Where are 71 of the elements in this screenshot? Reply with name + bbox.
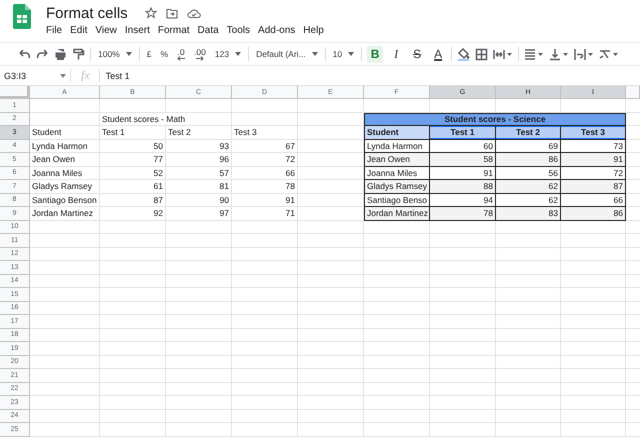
menu-item[interactable]: File bbox=[46, 25, 62, 36]
table-cell: 62 bbox=[496, 180, 561, 194]
table-cell: 86 bbox=[496, 153, 561, 166]
table-cell: 67 bbox=[232, 140, 298, 153]
header-cell: Student bbox=[30, 126, 100, 140]
table-cell: Jean Owen bbox=[364, 153, 430, 166]
header-cell: Test 2 bbox=[166, 126, 232, 140]
table-cell: Jean Owen bbox=[30, 153, 100, 166]
bold-button[interactable]: B bbox=[367, 46, 384, 62]
header-cell: Test 1 bbox=[430, 126, 496, 140]
menu-item[interactable]: Tools bbox=[226, 25, 250, 36]
dropdown[interactable]: Default (Ari... bbox=[254, 46, 320, 62]
table-cell: 87 bbox=[561, 180, 626, 194]
table-cell: 90 bbox=[166, 194, 232, 207]
table-title: Student scores - Math bbox=[100, 112, 232, 126]
italic-button[interactable]: I bbox=[388, 46, 404, 62]
dropdown[interactable]: 123 bbox=[212, 46, 244, 62]
table-cell: 78 bbox=[430, 207, 496, 220]
table-cell: Gladys Ramsey bbox=[30, 180, 100, 194]
table-cell: 52 bbox=[100, 166, 166, 180]
table-cell: 97 bbox=[166, 207, 232, 220]
document-title[interactable]: Format cells bbox=[46, 4, 128, 22]
header-cell: Test 3 bbox=[561, 126, 626, 140]
table-cell: 92 bbox=[100, 207, 166, 220]
menu-item[interactable]: Data bbox=[198, 25, 219, 36]
decrease-decimal-button[interactable]: .0 bbox=[175, 46, 188, 62]
table-cell: 57 bbox=[166, 166, 232, 180]
table-cell: Gladys Ramsey bbox=[364, 180, 430, 194]
menu-item[interactable]: Help bbox=[303, 25, 324, 36]
increase-decimal-button[interactable]: .00 bbox=[192, 46, 208, 62]
dropdown[interactable]: 10 bbox=[330, 46, 356, 62]
table-cell: 93 bbox=[166, 140, 232, 153]
table-cell: 61 bbox=[100, 180, 166, 194]
table-cell: 87 bbox=[100, 194, 166, 207]
table-cell: 91 bbox=[232, 194, 298, 207]
header-cell: Test 3 bbox=[232, 126, 298, 140]
table-cell: Santiago Benson bbox=[30, 194, 100, 207]
table-cell: 58 bbox=[430, 153, 496, 166]
header-cell: Student bbox=[364, 126, 430, 140]
table-cell: 66 bbox=[232, 166, 298, 180]
menu-item[interactable]: Insert bbox=[124, 25, 150, 36]
table-cell: 83 bbox=[496, 207, 561, 220]
text-color-button[interactable]: A bbox=[430, 46, 446, 62]
table-cell: 91 bbox=[561, 153, 626, 166]
function-label: fx bbox=[71, 69, 100, 82]
table-cell: 72 bbox=[232, 153, 298, 166]
menu-item[interactable]: View bbox=[95, 25, 117, 36]
menu-item[interactable]: Add-ons bbox=[258, 25, 296, 36]
table-cell: 78 bbox=[232, 180, 298, 194]
format-button[interactable]: £ bbox=[144, 46, 154, 62]
format-button[interactable]: % bbox=[158, 46, 170, 62]
dropdown[interactable]: 100% bbox=[96, 46, 134, 62]
header-cell: Test 1 bbox=[100, 126, 166, 140]
table-cell: 71 bbox=[232, 207, 298, 220]
table-cell: 77 bbox=[100, 153, 166, 166]
formula-input[interactable]: Test 1 bbox=[100, 70, 130, 80]
header-cell: Test 2 bbox=[496, 126, 561, 140]
table-cell: Jordan Martinez bbox=[30, 207, 100, 220]
menu-item[interactable]: Format bbox=[158, 25, 190, 36]
table-cell: Lynda Harmon bbox=[30, 140, 100, 153]
strikethrough-button[interactable]: S bbox=[409, 46, 426, 62]
menu-item[interactable]: Edit bbox=[70, 25, 88, 36]
table-cell: 81 bbox=[166, 180, 232, 194]
table-cell: 96 bbox=[166, 153, 232, 166]
table-cell: Joanna Miles bbox=[30, 166, 100, 180]
table-cell: 86 bbox=[561, 207, 626, 220]
table-title: Student scores - Science bbox=[364, 112, 626, 126]
table-cell: Jordan Martinez bbox=[364, 207, 430, 220]
table-cell: 88 bbox=[430, 180, 496, 194]
name-box[interactable]: G3:I3 bbox=[0, 69, 71, 82]
table-cell: 50 bbox=[100, 140, 166, 153]
